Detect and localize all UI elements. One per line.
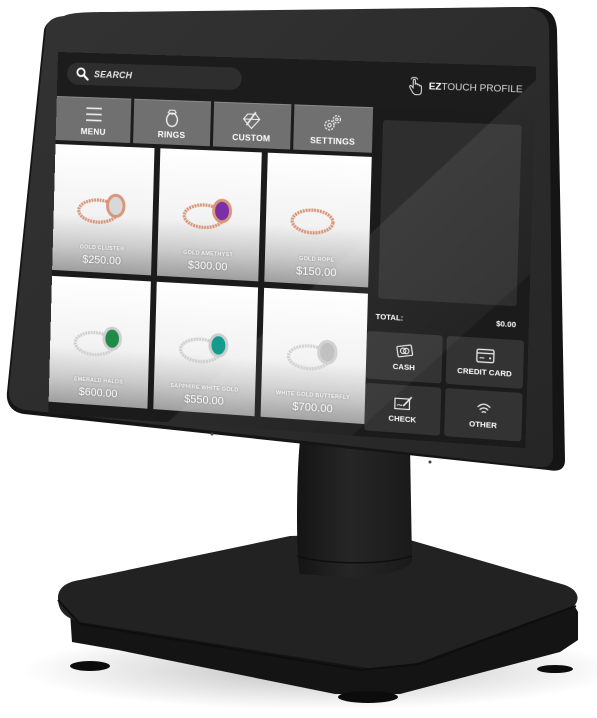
ring-product-image bbox=[71, 177, 126, 232]
stand-pole bbox=[296, 440, 413, 578]
tab-label: CUSTOM bbox=[232, 131, 271, 144]
payment-label: OTHER bbox=[468, 418, 497, 431]
tab-menu[interactable]: MENU bbox=[55, 96, 132, 144]
diamond-pencil-icon bbox=[240, 110, 263, 131]
other-button[interactable]: OTHER bbox=[444, 387, 523, 442]
payment-label: CREDIT CARD bbox=[457, 365, 512, 379]
tab-label: RINGS bbox=[157, 128, 186, 141]
payment-methods: CASH CREDIT CARD CHECK OTHER bbox=[364, 330, 525, 442]
order-receipt-panel bbox=[378, 119, 522, 307]
search-icon bbox=[76, 67, 89, 81]
credit-card-button[interactable]: CREDIT CARD bbox=[445, 335, 525, 389]
ring-product-image bbox=[284, 187, 353, 244]
touch-hand-icon bbox=[407, 75, 424, 96]
ring-product-image bbox=[176, 182, 233, 238]
credit-card-icon bbox=[474, 347, 496, 365]
check-signature-icon bbox=[392, 394, 413, 412]
total-value: $0.00 bbox=[495, 318, 517, 329]
cash-button[interactable]: CASH bbox=[365, 330, 443, 384]
search-input[interactable]: SEARCH bbox=[66, 62, 243, 91]
product-price: $250.00 bbox=[82, 253, 122, 268]
tab-rings[interactable]: RINGS bbox=[133, 98, 211, 147]
product-card[interactable]: WHITE GOLD BUTTERFLY $700.00 bbox=[260, 287, 368, 425]
ring-product-image bbox=[280, 322, 338, 380]
profile-label-bold: EZ bbox=[428, 80, 442, 93]
payment-label: CASH bbox=[392, 361, 415, 373]
total-label: TOTAL: bbox=[375, 311, 404, 323]
pos-screen: SEARCH EZ TOUCH PROFILE MENU RINGS CUSTO… bbox=[48, 52, 537, 449]
product-card[interactable]: SAPPHIRE WHITE GOLD $550.00 bbox=[153, 281, 259, 417]
tab-label: SETTINGS bbox=[309, 134, 356, 147]
contactless-icon bbox=[473, 399, 495, 417]
product-price: $300.00 bbox=[187, 259, 228, 274]
ring-product-image bbox=[67, 310, 123, 366]
product-card[interactable]: GOLD CLUSTER $250.00 bbox=[52, 143, 155, 276]
check-button[interactable]: CHECK bbox=[364, 382, 442, 436]
product-price: $150.00 bbox=[295, 264, 337, 280]
profile-label: TOUCH PROFILE bbox=[441, 80, 523, 96]
payment-label: CHECK bbox=[388, 413, 417, 425]
gears-icon bbox=[321, 113, 344, 134]
tab-custom[interactable]: CUSTOM bbox=[212, 101, 292, 150]
ring-icon bbox=[161, 107, 183, 128]
ring-product-image bbox=[172, 316, 229, 373]
ring-band bbox=[292, 209, 333, 234]
product-card[interactable]: GOLD AMETHYST $300.00 bbox=[156, 148, 262, 282]
category-tabs: MENU RINGS CUSTOM SETTINGS bbox=[55, 96, 374, 153]
search-placeholder: SEARCH bbox=[93, 69, 133, 81]
cash-icon bbox=[394, 342, 415, 360]
order-total: TOTAL: $0.00 bbox=[369, 306, 523, 334]
hamburger-menu-icon bbox=[85, 106, 102, 121]
eztouch-profile-button[interactable]: EZ TOUCH PROFILE bbox=[407, 73, 524, 102]
product-card[interactable]: GOLD ROPE $150.00 bbox=[264, 152, 372, 288]
tab-settings[interactable]: SETTINGS bbox=[292, 104, 374, 153]
tab-label: MENU bbox=[80, 125, 106, 137]
product-price: $600.00 bbox=[78, 385, 118, 401]
product-grid: GOLD CLUSTER $250.00 GOLD AMETHYST $300.00 G… bbox=[48, 143, 372, 425]
product-card[interactable]: EMERALD HALOS $600.00 bbox=[48, 275, 151, 409]
